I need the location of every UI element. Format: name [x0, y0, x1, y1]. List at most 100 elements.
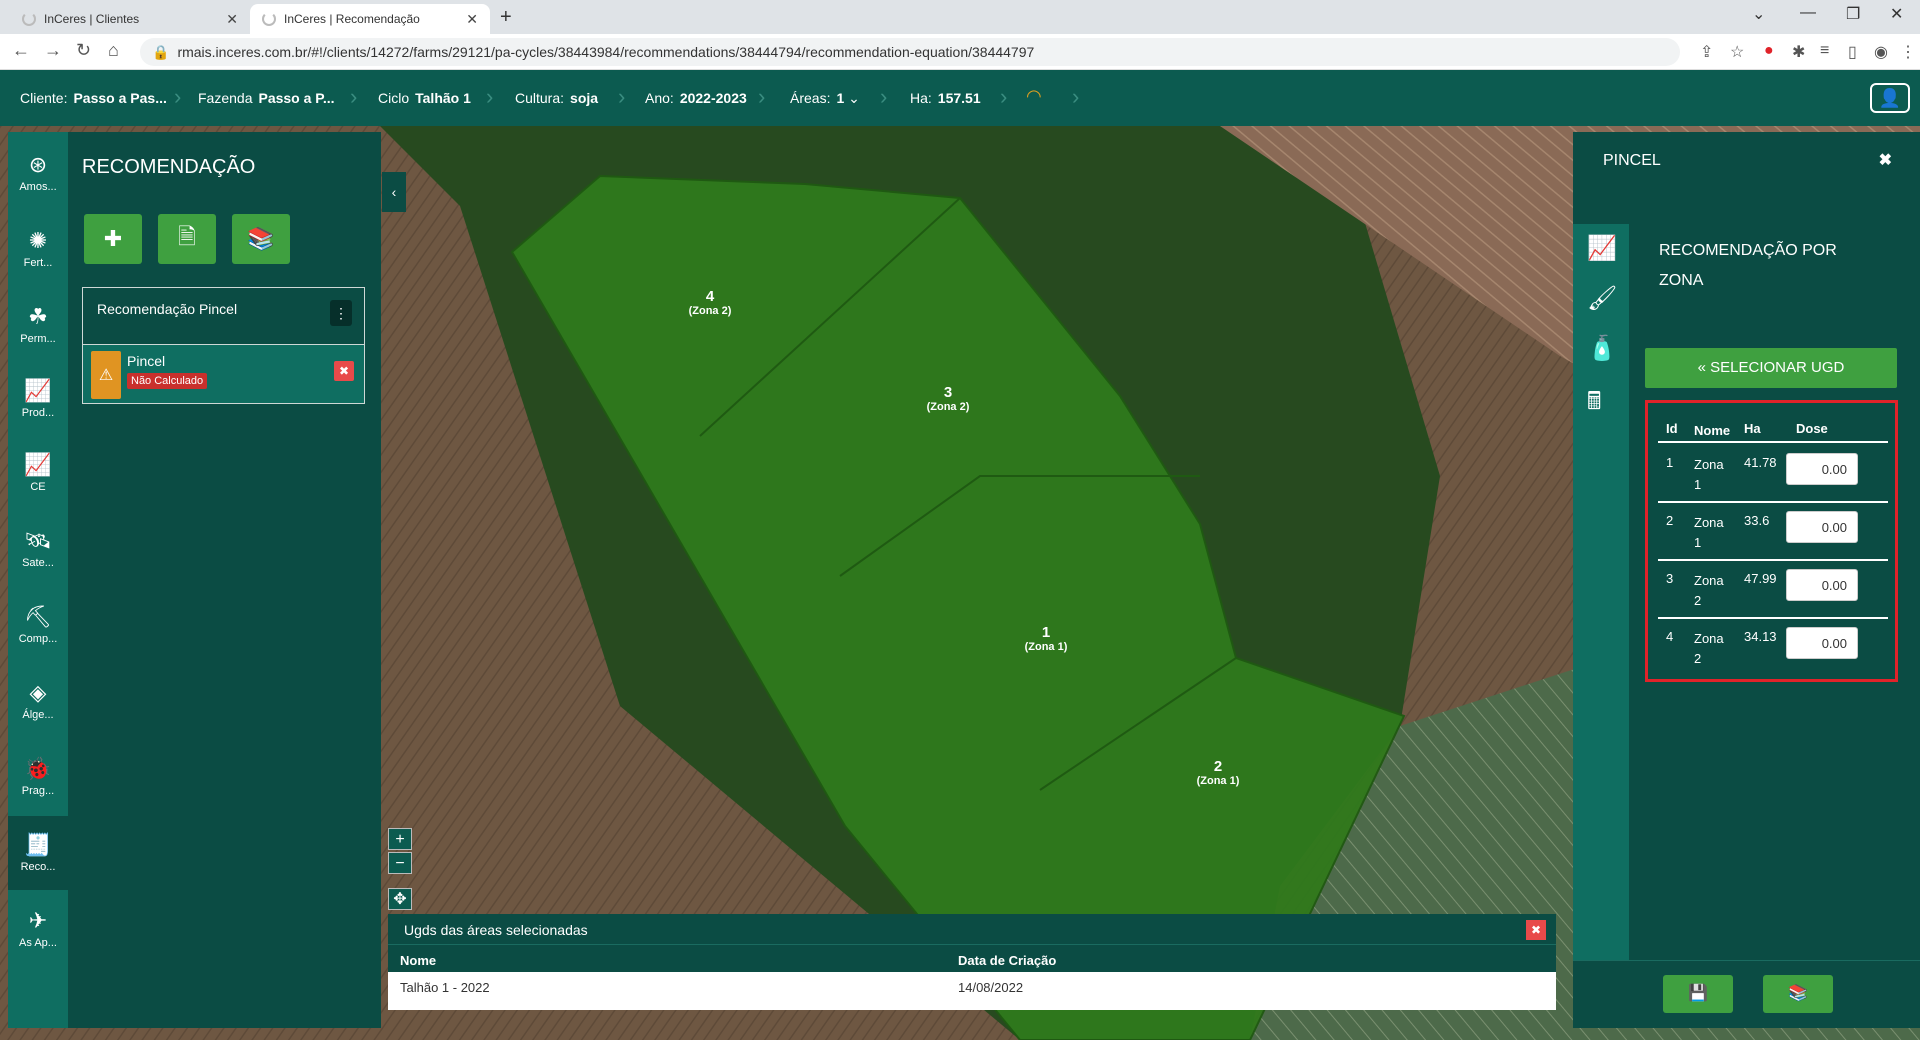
breadcrumb-fazenda[interactable]: Fazenda Passo a P...	[198, 90, 335, 106]
zoom-out-button[interactable]: −	[388, 852, 412, 874]
chevron-down-icon: ⌄	[844, 90, 860, 106]
cliente-label: Cliente:	[20, 90, 68, 106]
sidepanel-icon[interactable]: ▯	[1848, 42, 1857, 62]
sidebar-item-aplicacao[interactable]: ✈ As Ap...	[8, 892, 68, 966]
recommendation-card[interactable]: Recomendação Pincel ⋮	[82, 287, 365, 345]
zone-dose-table: Id Nome Ha Dose 1 Zona 1 41.78 2 Zona 1 …	[1645, 400, 1898, 682]
address-bar[interactable]: 🔒 rmais.inceres.com.br/#!/clients/14272/…	[140, 38, 1680, 66]
application-icon: ✈	[28, 908, 48, 933]
zone-name: (Zona 1)	[1024, 641, 1068, 653]
chevron-right-icon: ›	[350, 84, 358, 109]
sample-icon: ⊛	[28, 152, 48, 177]
compaction-icon: ⛏	[24, 604, 52, 629]
sidebar-item-ce[interactable]: 📈 CE	[8, 436, 68, 510]
library-icon: 📚	[1788, 985, 1808, 1002]
ugd-title: Ugds das áreas selecionadas	[404, 922, 588, 938]
dose-input[interactable]	[1786, 627, 1858, 659]
new-tab-button[interactable]: +	[500, 6, 512, 29]
ugd-header: Ugds das áreas selecionadas ✖	[388, 914, 1556, 944]
zoom-in-button[interactable]: +	[388, 828, 412, 850]
pan-icon[interactable]: ✥	[388, 888, 412, 910]
dose-input[interactable]	[1786, 569, 1858, 601]
extensions-icon[interactable]: ✱	[1792, 42, 1805, 62]
share-icon[interactable]: ⇪	[1700, 42, 1713, 62]
chevron-left-icon: ‹	[391, 184, 397, 200]
chart-icon[interactable]: 📈	[1587, 234, 1617, 263]
sidebar-item-algebra[interactable]: ◈ Álge...	[8, 664, 68, 738]
chevron-right-icon: ›	[486, 84, 494, 109]
table-row: 2 Zona 1 33.6	[1658, 503, 1888, 561]
opera-icon[interactable]: ●	[1764, 42, 1774, 60]
item-title: Pincel	[127, 353, 166, 369]
minimize-icon[interactable]: —	[1800, 4, 1816, 22]
close-tab-icon[interactable]: ✕	[466, 11, 478, 28]
ugd-panel: Ugds das áreas selecionadas ✖ Nome Data …	[388, 914, 1556, 1010]
zone-name: Zona 1	[1694, 457, 1724, 492]
zone-ha: 34.13	[1744, 629, 1777, 644]
chevron-right-icon: ›	[880, 84, 888, 109]
paint-roller-icon[interactable]: 🖌	[1587, 284, 1617, 313]
zone-ha: 47.99	[1744, 571, 1777, 586]
delete-icon[interactable]: ✖	[334, 361, 354, 381]
sidebar-item-satelite[interactable]: 🛰 Sate...	[8, 512, 68, 586]
tab-search-icon[interactable]: ⌄	[1752, 4, 1765, 24]
tab-clientes[interactable]: InCeres | Clientes ✕	[10, 4, 250, 34]
column-header-name: Nome	[1694, 423, 1731, 438]
reload-icon[interactable]: ↻	[76, 40, 91, 61]
maximize-icon[interactable]: ❐	[1846, 4, 1860, 24]
zone-id: 4	[1666, 629, 1674, 644]
url-text: rmais.inceres.com.br/#!/clients/14272/fa…	[177, 44, 1035, 60]
sidebar-item-fertilidade[interactable]: ✺ Fert...	[8, 212, 68, 286]
save-button[interactable]: 💾	[1663, 975, 1733, 1013]
breadcrumb-cliente[interactable]: Cliente: Passo a Pas...	[20, 90, 167, 106]
pincel-item[interactable]: ⚠ Pincel Não Calculado ✖	[82, 344, 365, 404]
sidebar-item-amostragem[interactable]: ⊛ Amos...	[8, 136, 68, 210]
fertility-icon: ✺	[28, 228, 48, 253]
forward-icon[interactable]: →	[44, 40, 62, 61]
table-row[interactable]: Talhão 1 - 2022 14/08/2022	[388, 972, 1556, 1002]
zone-label-4: 4 (Zona 2)	[680, 288, 740, 317]
pdf-button[interactable]: 🗎	[158, 214, 216, 264]
dose-input[interactable]	[1786, 511, 1858, 543]
tab-recomendacao[interactable]: InCeres | Recomendação ✕	[250, 4, 490, 34]
home-icon[interactable]: ⌂	[108, 40, 119, 61]
breadcrumb-cultura[interactable]: Cultura: soja	[515, 90, 598, 106]
zone-number: 1	[1041, 624, 1051, 641]
zone-name: (Zona 1)	[1196, 775, 1240, 787]
fertilizer-bag-icon[interactable]: 🧴	[1587, 334, 1617, 363]
user-icon[interactable]: 👤	[1870, 83, 1910, 113]
sidebar-item-pragas[interactable]: 🐞 Prag...	[8, 740, 68, 814]
areas-dropdown[interactable]: Áreas: 1 ⌄	[790, 90, 860, 107]
close-tab-icon[interactable]: ✕	[226, 11, 238, 28]
column-header-id: Id	[1666, 421, 1678, 436]
tab-title: InCeres | Clientes	[44, 12, 140, 26]
select-ugd-button[interactable]: « SELECIONAR UGD	[1645, 348, 1897, 388]
sidebar-item-perm[interactable]: ☘ Perm...	[8, 288, 68, 362]
more-vertical-icon[interactable]: ⋮	[330, 300, 352, 326]
window-close-icon[interactable]: ✕	[1890, 4, 1903, 24]
dose-input[interactable]	[1786, 453, 1858, 485]
close-icon[interactable]: ✖	[1526, 920, 1546, 940]
calculator-icon[interactable]: 🖩	[1587, 384, 1601, 425]
breadcrumb-ano[interactable]: Ano: 2022-2023	[645, 90, 747, 106]
add-button[interactable]: ✚	[84, 214, 142, 264]
chevron-right-icon: ›	[758, 84, 766, 109]
sidebar-item-compactacao[interactable]: ⛏ Comp...	[8, 588, 68, 662]
breadcrumb-ciclo[interactable]: Ciclo Talhão 1	[378, 90, 471, 106]
panel-footer: 💾 📚	[1573, 960, 1920, 1028]
fazenda-label: Fazenda	[198, 90, 253, 106]
media-icon[interactable]: ≡	[1820, 42, 1829, 60]
sidebar-item-produtividade[interactable]: 📈 Prod...	[8, 362, 68, 436]
profile-avatar-icon[interactable]: ◉	[1874, 42, 1888, 62]
menu-icon[interactable]: ⋮	[1900, 42, 1916, 62]
fazenda-value: Passo a P...	[258, 90, 335, 106]
sidebar-item-recomendacao[interactable]: 🧾 Reco...	[8, 816, 68, 890]
library-icon: 📚	[247, 226, 275, 251]
bookmark-star-icon[interactable]: ☆	[1730, 42, 1744, 62]
table-row: 3 Zona 2 47.99	[1658, 561, 1888, 619]
collapse-panel-button[interactable]: ‹	[382, 172, 406, 212]
library-button[interactable]: 📚	[232, 214, 290, 264]
back-icon[interactable]: ←	[12, 40, 30, 61]
close-icon[interactable]: ✖	[1879, 150, 1892, 170]
library-button[interactable]: 📚	[1763, 975, 1833, 1013]
